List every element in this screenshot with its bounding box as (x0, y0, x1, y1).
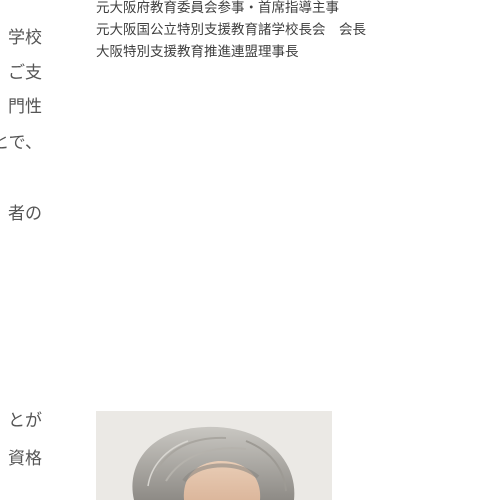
left-text-fragment: 者の (8, 204, 42, 224)
career-line: 元大阪国公立特別支援教育諸学校長会 会長 (96, 22, 366, 38)
left-text-fragment: ご支 (8, 63, 42, 83)
left-text-fragment: 学校 (8, 28, 42, 48)
career-line: 大阪特別支援教育推進連盟理事長 (96, 44, 299, 60)
left-text-fragment: 門性 (8, 97, 42, 117)
portrait-photo (96, 411, 332, 500)
left-text-fragment: とが (8, 411, 42, 431)
left-text-fragment: とで、 (0, 133, 42, 153)
portrait-illustration (96, 411, 332, 500)
profile-career-list: 元大阪府教育委員会参事・首席指導主事 元大阪国公立特別支援教育諸学校長会 会長 … (96, 0, 366, 66)
career-line: 元大阪府教育委員会参事・首席指導主事 (96, 0, 339, 16)
left-text-fragment: 資格 (8, 449, 42, 469)
